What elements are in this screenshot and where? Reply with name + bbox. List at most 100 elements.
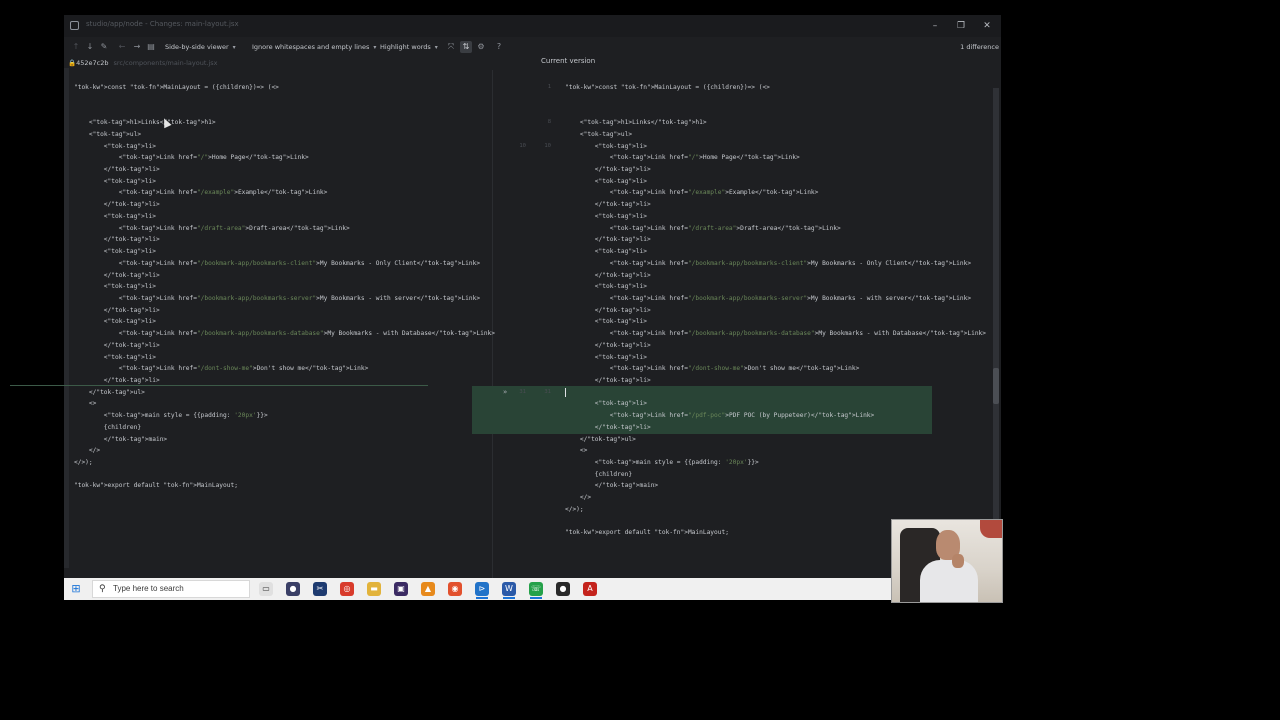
code-line: <"tok-tag">ul> (565, 130, 633, 138)
arrow-down-icon[interactable]: ↓ (84, 41, 96, 53)
edit-icon[interactable]: ✎ (98, 41, 110, 53)
person-hand (952, 554, 964, 568)
line-number-right: 8 (547, 119, 551, 126)
app-icon[interactable]: ▣ (394, 582, 408, 596)
code-line: </"tok-tag">main> (565, 482, 659, 490)
code-line: <"tok-tag">Link href="/dont-show-me">Don… (565, 365, 860, 373)
code-line: <"tok-tag">li> (74, 353, 156, 361)
media-icon[interactable]: ● (286, 582, 300, 596)
code-line: </"tok-tag">li> (565, 341, 651, 349)
code-line: </"tok-tag">li> (565, 306, 651, 314)
code-line: <"tok-tag">Link href="/bookmark-app/book… (74, 294, 481, 302)
settings-icon[interactable]: ⚙ (475, 41, 487, 53)
code-line: </"tok-tag">li> (74, 166, 160, 174)
plant (980, 520, 1002, 538)
change-marker-line (10, 385, 428, 386)
code-line: <"tok-tag">li> (565, 212, 647, 220)
code-line: </"tok-tag">li> (74, 306, 160, 314)
acrobat-icon[interactable]: A (583, 582, 597, 596)
code-line: </"tok-tag">li> (565, 423, 651, 431)
close-button[interactable]: ✕ (976, 18, 998, 34)
chevron-down-icon: ▾ (434, 44, 438, 51)
window-title: studio/app/node - Changes: main-layout.j… (86, 20, 239, 28)
back-icon[interactable]: ← (116, 41, 128, 53)
sync-scroll-icon[interactable]: ⇅ (460, 41, 472, 53)
code-line: {children} (74, 423, 142, 431)
code-line: </"tok-tag">li> (565, 201, 651, 209)
code-line: </>); (565, 505, 584, 513)
code-line: <"tok-tag">li> (74, 248, 156, 256)
minimize-button[interactable]: – (924, 18, 946, 34)
taskbar: ⊞ ⚲ Type here to search ▭ ● ✂ ◎ ▬ ▣ ▲ ◉ … (64, 578, 1001, 600)
code-line: <"tok-tag">Link href="/draft-area">Draft… (74, 224, 350, 232)
lock-icon: 🔒 (68, 59, 77, 67)
chrome-icon[interactable]: ◎ (340, 582, 354, 596)
task-view-icon[interactable]: ▭ (259, 582, 273, 596)
right-panel-header: Current version (541, 57, 596, 65)
whatsapp-icon[interactable]: ☏ (529, 582, 543, 599)
taskbar-search-box[interactable]: ⚲ Type here to search (92, 580, 250, 598)
code-line: </> (565, 494, 592, 502)
code-line: <"tok-tag">ul> (74, 130, 142, 138)
right-scrollbar[interactable] (993, 88, 999, 558)
arrow-up-icon[interactable]: ↑ (70, 41, 82, 53)
text-caret (565, 388, 566, 397)
code-line: "tok-kw">export default "tok-fn">MainLay… (565, 529, 729, 537)
code-line: <"tok-tag">Link href="/pdf-poc">PDF POC … (565, 412, 875, 420)
collapse-icon[interactable]: ⤧ (445, 41, 457, 53)
whitespace-mode-dropdown[interactable]: Ignore whitespaces and empty lines ▾ (252, 41, 376, 53)
maximize-button[interactable]: ❐ (950, 18, 972, 34)
webcam-overlay (891, 519, 1003, 603)
code-line: <> (565, 447, 588, 455)
code-line: <"tok-tag">Link href="/bookmark-app/book… (74, 259, 481, 267)
help-icon[interactable]: ? (493, 41, 505, 53)
app-icon (70, 21, 79, 30)
forward-icon[interactable]: → (131, 41, 143, 53)
scrollbar-thumb[interactable] (993, 368, 999, 404)
code-line: </"tok-tag">li> (74, 271, 160, 279)
code-line: <"tok-tag">Link href="/">Home Page</"tok… (74, 154, 309, 162)
highlight-mode-dropdown[interactable]: Highlight words ▾ (380, 41, 438, 53)
code-line: </> (74, 447, 101, 455)
line-number-right: 10 (544, 142, 551, 149)
file-icon[interactable]: ▤ (145, 41, 157, 53)
code-line: <"tok-tag">Link href="/bookmark-app/book… (565, 330, 986, 338)
code-line: <"tok-tag">Link href="/example">Example<… (565, 189, 819, 197)
search-icon: ⚲ (99, 584, 106, 594)
folder-icon[interactable]: ▬ (367, 582, 381, 596)
code-line: <"tok-tag">li> (74, 283, 156, 291)
diff-gutter (493, 70, 567, 578)
line-number-left: 10 (519, 142, 526, 149)
whitespace-mode-label: Ignore whitespaces and empty lines (252, 43, 370, 51)
search-placeholder: Type here to search (113, 584, 184, 593)
code-line: <"tok-tag">li> (565, 177, 647, 185)
code-line: </"tok-tag">li> (74, 377, 160, 384)
code-line: "tok-kw">const "tok-fn">MainLayout = ({c… (74, 84, 279, 91)
merge-arrow-icon[interactable]: » (503, 388, 507, 397)
code-line: <> (74, 400, 97, 408)
viewer-mode-dropdown[interactable]: Side-by-side viewer ▾ (165, 41, 236, 53)
vscode-icon[interactable]: ⊳ (475, 582, 489, 599)
snip-icon[interactable]: ✂ (313, 582, 327, 596)
toolbar: ↑ ↓ ✎ ← → ▤ Side-by-side viewer ▾ Ignore … (64, 37, 1001, 58)
chevron-down-icon: ▾ (373, 44, 377, 51)
code-line: </"tok-tag">li> (74, 201, 160, 209)
left-panel-header: 🔒452e7c2b src/components/main-layout.jsx (64, 58, 492, 68)
person-body (920, 560, 978, 602)
code-line: {children} (565, 470, 633, 478)
vlc-icon[interactable]: ▲ (421, 582, 435, 596)
record-icon[interactable]: ● (556, 582, 570, 596)
code-line: <"tok-tag">main style = {{padding: '20px… (74, 412, 268, 420)
code-line: </>); (74, 459, 93, 467)
word-icon[interactable]: W (502, 582, 516, 599)
code-line: <"tok-tag">li> (565, 353, 647, 361)
code-line: <"tok-tag">li> (74, 142, 156, 150)
left-scrollbar[interactable] (64, 68, 69, 568)
code-line: </"tok-tag">li> (565, 236, 651, 244)
code-line: </"tok-tag">li> (74, 341, 160, 349)
code-line: <"tok-tag">li> (565, 248, 647, 256)
line-number-left: 31 (519, 388, 526, 395)
firefox-icon[interactable]: ◉ (448, 582, 462, 596)
code-line: </"tok-tag">li> (565, 166, 651, 174)
windows-start-icon[interactable]: ⊞ (70, 583, 82, 595)
